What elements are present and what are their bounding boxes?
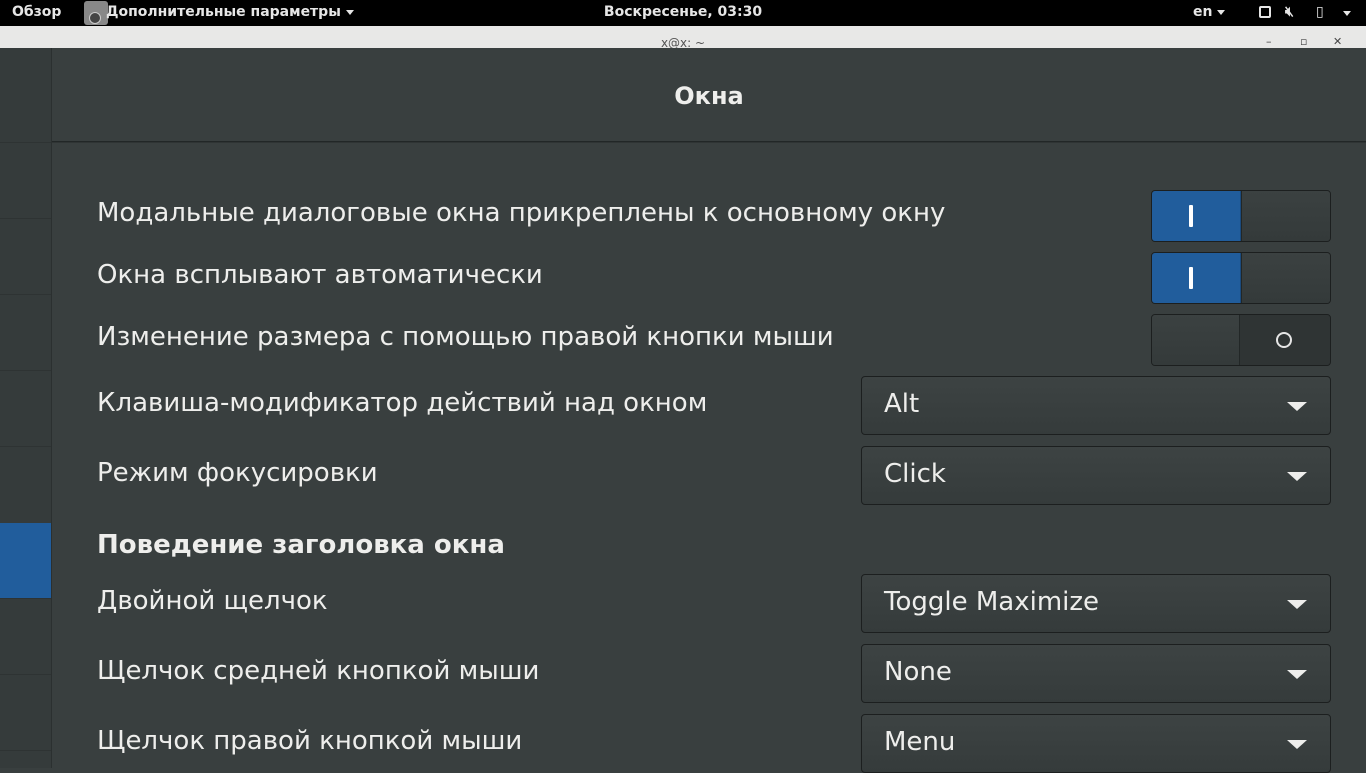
language-indicator[interactable]: en	[1193, 4, 1226, 20]
settings-panel: Модальные диалоговые окна прикреплены к …	[52, 143, 1366, 773]
dropdown-arrow-icon	[1287, 600, 1307, 609]
maximize-icon[interactable]: ▫	[1300, 35, 1307, 48]
top-bar: Обзор Дополнительные параметры Воскресен…	[0, 0, 1366, 26]
auto-raise-switch[interactable]	[1151, 252, 1331, 304]
middle-click-label: Щелчок средней кнопкой мыши	[97, 656, 540, 686]
sidebar-item[interactable]	[0, 295, 51, 370]
switch-knob	[1241, 253, 1330, 303]
dropdown-value: Alt	[884, 389, 920, 419]
action-key-label: Клавиша-модификатор действий над окном	[97, 388, 708, 418]
page-title: Окна	[674, 82, 744, 110]
sidebar-item-windows[interactable]	[0, 523, 51, 598]
sidebar-item[interactable]	[0, 143, 51, 218]
attach-modal-label: Модальные диалоговые окна прикреплены к …	[97, 198, 946, 228]
volume-muted-icon[interactable]: 🔇︎	[1285, 4, 1294, 20]
attach-modal-switch[interactable]	[1151, 190, 1331, 242]
dropdown-arrow-icon	[1287, 740, 1307, 749]
right-click-dropdown[interactable]: Menu	[861, 714, 1331, 773]
sidebar-item[interactable]	[0, 219, 51, 294]
middle-click-dropdown[interactable]: None	[861, 644, 1331, 703]
system-menu-chevron-icon[interactable]	[1343, 11, 1351, 16]
chevron-down-icon	[1217, 9, 1226, 15]
switch-on-icon	[1189, 205, 1193, 227]
clock[interactable]: Воскресенье, 03:30	[0, 4, 1366, 20]
dropdown-arrow-icon	[1287, 402, 1307, 411]
background-terminal-titlebar: x@x: ~ – ▫ ✕	[0, 26, 1366, 50]
sidebar-divider	[0, 446, 51, 447]
header-bar: Окна	[52, 48, 1366, 142]
sidebar-item[interactable]	[0, 371, 51, 446]
dropdown-value: None	[884, 657, 952, 687]
switch-off-side	[1240, 315, 1330, 365]
double-click-label: Двойной щелчок	[97, 586, 328, 616]
switch-knob	[1152, 315, 1240, 365]
switch-on-icon	[1189, 267, 1193, 289]
switch-off-icon	[1276, 332, 1292, 348]
minimize-icon[interactable]: –	[1266, 35, 1272, 48]
auto-raise-label: Окна всплывают автоматически	[97, 260, 543, 290]
dropdown-value: Click	[884, 459, 946, 489]
dropdown-arrow-icon	[1287, 472, 1307, 481]
focus-mode-label: Режим фокусировки	[97, 458, 378, 488]
sidebar	[0, 48, 52, 768]
action-key-dropdown[interactable]: Alt	[861, 376, 1331, 435]
focus-mode-dropdown[interactable]: Click	[861, 446, 1331, 505]
double-click-dropdown[interactable]: Toggle Maximize	[861, 574, 1331, 633]
dropdown-value: Menu	[884, 727, 956, 757]
close-icon[interactable]: ✕	[1333, 35, 1342, 48]
resize-secondary-switch[interactable]	[1151, 314, 1331, 366]
sidebar-item[interactable]	[0, 675, 51, 750]
switch-knob	[1241, 191, 1330, 241]
resize-secondary-label: Изменение размера с помощью правой кнопк…	[97, 322, 834, 352]
dropdown-value: Toggle Maximize	[884, 587, 1100, 617]
battery-icon[interactable]: ▯	[1316, 4, 1324, 20]
window-switch-icon[interactable]	[1259, 6, 1271, 18]
switch-on-side	[1152, 253, 1241, 303]
dropdown-arrow-icon	[1287, 670, 1307, 679]
language-label: en	[1193, 4, 1213, 20]
titlebar-section-heading: Поведение заголовка окна	[97, 530, 505, 560]
sidebar-item[interactable]	[0, 599, 51, 674]
switch-on-side	[1152, 191, 1241, 241]
tweaks-window: Окна Модальные диалоговые окна прикрепле…	[0, 48, 1366, 773]
right-click-label: Щелчок правой кнопкой мыши	[97, 726, 523, 756]
sidebar-divider	[0, 750, 51, 751]
